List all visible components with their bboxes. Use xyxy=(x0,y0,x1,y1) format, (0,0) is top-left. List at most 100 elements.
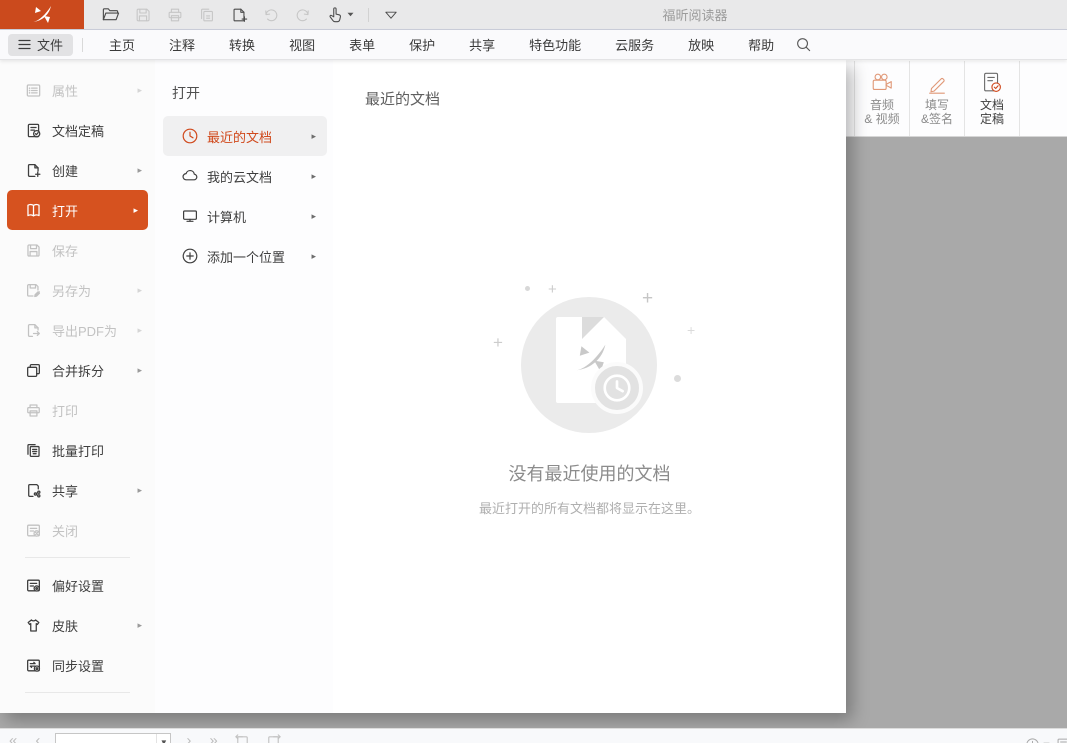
tab-help[interactable]: 帮助 xyxy=(731,35,791,54)
file-menu-item-preferences[interactable]: 偏好设置 xyxy=(0,565,155,605)
page-dropdown-caret-icon[interactable]: ▼ xyxy=(156,734,170,743)
file-menu-item-save: 保存 xyxy=(0,230,155,270)
search-icon[interactable] xyxy=(795,36,812,53)
preferences-icon xyxy=(25,577,42,594)
submenu-arrow-icon: ▸ xyxy=(137,85,142,96)
open-panel-header: 打开 xyxy=(155,60,333,116)
tab-convert[interactable]: 转换 xyxy=(212,35,272,54)
create-document-icon xyxy=(25,162,42,179)
file-menu-item-properties: 属性 ▸ xyxy=(0,70,155,110)
document-finalize-label-line2: 定稿 xyxy=(980,112,1004,126)
document-fold-corner xyxy=(582,317,604,339)
customize-toolbar-icon[interactable] xyxy=(383,7,399,23)
save-as-icon xyxy=(25,282,42,299)
foxit-logo xyxy=(0,0,84,29)
last-page-button[interactable]: » xyxy=(200,733,226,743)
file-menu-item-open[interactable]: 打开 ▸ xyxy=(7,190,148,230)
quick-access-toolbar xyxy=(101,5,399,24)
file-menu-item-label: 同步设置 xyxy=(52,656,104,675)
title-bar: 福昕阅读器 xyxy=(0,0,1067,29)
status-bar: « ‹ ▼ › » xyxy=(0,728,1067,743)
file-menu-item-label: 打开 xyxy=(52,201,78,220)
tab-comment[interactable]: 注释 xyxy=(152,35,212,54)
file-menu-item-label: 保存 xyxy=(52,241,78,260)
decoration-plus: + xyxy=(687,322,695,338)
file-menu-item-label: 属性 xyxy=(52,81,78,100)
foxit-feather-icon xyxy=(31,5,53,25)
tab-home[interactable]: 主页 xyxy=(92,35,152,54)
print-icon xyxy=(166,6,184,24)
open-panel-item-cloud[interactable]: 我的云文档 ▸ xyxy=(163,156,327,196)
file-menu-item-batch-print[interactable]: 批量打印 xyxy=(0,430,155,470)
file-menu-item-sync-settings[interactable]: 同步设置 xyxy=(0,645,155,685)
recent-documents-panel: 最近的文档 + + + + 没有最近使用的文档 最近打开的所有文档都将显示在这里… xyxy=(333,60,846,713)
empty-state-title: 没有最近使用的文档 xyxy=(333,460,846,486)
recent-documents-title: 最近的文档 xyxy=(333,60,846,109)
tab-presentation[interactable]: 放映 xyxy=(671,35,731,54)
document-finalize-button[interactable]: 文档 定稿 xyxy=(965,61,1020,136)
undo-icon xyxy=(262,6,280,24)
hand-tool-icon[interactable] xyxy=(326,6,354,24)
audio-video-button[interactable]: 音频 & 视频 xyxy=(855,61,910,136)
previous-page-button[interactable]: ‹ xyxy=(26,733,49,743)
open-panel-item-computer[interactable]: 计算机 ▸ xyxy=(163,196,327,236)
file-menu-item-merge-split[interactable]: 合并拆分 ▸ xyxy=(0,350,155,390)
tab-features[interactable]: 特色功能 xyxy=(512,35,598,54)
open-panel-item-label: 添加一个位置 xyxy=(207,247,285,266)
fill-sign-label-line2: &签名 xyxy=(921,112,953,126)
page-number-box[interactable]: ▼ xyxy=(55,733,171,743)
file-menu-item-close: 关闭 xyxy=(0,510,155,550)
properties-icon xyxy=(25,82,42,99)
audio-video-icon xyxy=(870,71,894,95)
menu-divider xyxy=(25,692,130,693)
clock-icon xyxy=(181,127,199,145)
rotate-left-icon[interactable] xyxy=(234,733,251,743)
file-menu-item-label: 打印 xyxy=(52,401,78,420)
submenu-arrow-icon: ▸ xyxy=(137,365,142,376)
decoration-dot xyxy=(674,375,681,382)
tab-cloud[interactable]: 云服务 xyxy=(598,35,671,54)
tab-share[interactable]: 共享 xyxy=(452,35,512,54)
file-menu-button[interactable]: 文件 xyxy=(8,34,73,56)
reading-time-icon[interactable] xyxy=(1025,737,1050,743)
menu-bar: 文件 主页 注释 转换 视图 表单 保护 共享 特色功能 云服务 放映 帮助 xyxy=(0,29,1067,60)
open-panel-item-recent[interactable]: 最近的文档 ▸ xyxy=(163,116,327,156)
copy-icon xyxy=(198,6,216,24)
file-menu-item-label: 批量打印 xyxy=(52,441,104,460)
new-document-icon[interactable] xyxy=(230,6,248,24)
page-number-input[interactable] xyxy=(56,734,156,743)
file-menu-item-label: 创建 xyxy=(52,161,78,180)
next-page-button[interactable]: › xyxy=(177,733,200,743)
tab-protect[interactable]: 保护 xyxy=(392,35,452,54)
first-page-button[interactable]: « xyxy=(0,733,26,743)
file-menu-item-finalize[interactable]: 文档定稿 xyxy=(0,110,155,150)
tab-view[interactable]: 视图 xyxy=(272,35,332,54)
skin-tshirt-icon xyxy=(25,617,42,634)
rotate-right-icon[interactable] xyxy=(265,733,282,743)
print-icon xyxy=(25,402,42,419)
save-icon xyxy=(25,242,42,259)
tab-form[interactable]: 表单 xyxy=(332,35,392,54)
share-icon xyxy=(25,482,42,499)
export-pdf-icon xyxy=(25,322,42,339)
hand-tool-dropdown-caret[interactable] xyxy=(347,12,354,17)
menu-divider xyxy=(25,557,130,558)
submenu-arrow-icon: ▸ xyxy=(311,171,316,182)
submenu-arrow-icon: ▸ xyxy=(311,211,316,222)
decoration-plus: + xyxy=(642,288,653,310)
open-folder-icon[interactable] xyxy=(101,5,120,24)
file-menu-item-label: 关闭 xyxy=(52,521,78,540)
document-finalize-icon xyxy=(980,71,1004,95)
file-menu-item-create[interactable]: 创建 ▸ xyxy=(0,150,155,190)
close-document-icon xyxy=(25,522,42,539)
fill-sign-label-line1: 填写 xyxy=(925,98,949,112)
open-panel-item-add-place[interactable]: 添加一个位置 ▸ xyxy=(163,236,327,276)
file-menu-item-share[interactable]: 共享 ▸ xyxy=(0,470,155,510)
cloud-icon xyxy=(181,167,199,185)
status-panel-icon[interactable] xyxy=(1056,737,1067,743)
file-menu-item-skin[interactable]: 皮肤 ▸ xyxy=(0,605,155,645)
fill-sign-button[interactable]: 填写 &签名 xyxy=(910,61,965,136)
submenu-arrow-icon: ▸ xyxy=(137,325,142,336)
file-menu-item-label: 导出PDF为 xyxy=(52,321,117,340)
open-panel-item-label: 最近的文档 xyxy=(207,127,272,146)
